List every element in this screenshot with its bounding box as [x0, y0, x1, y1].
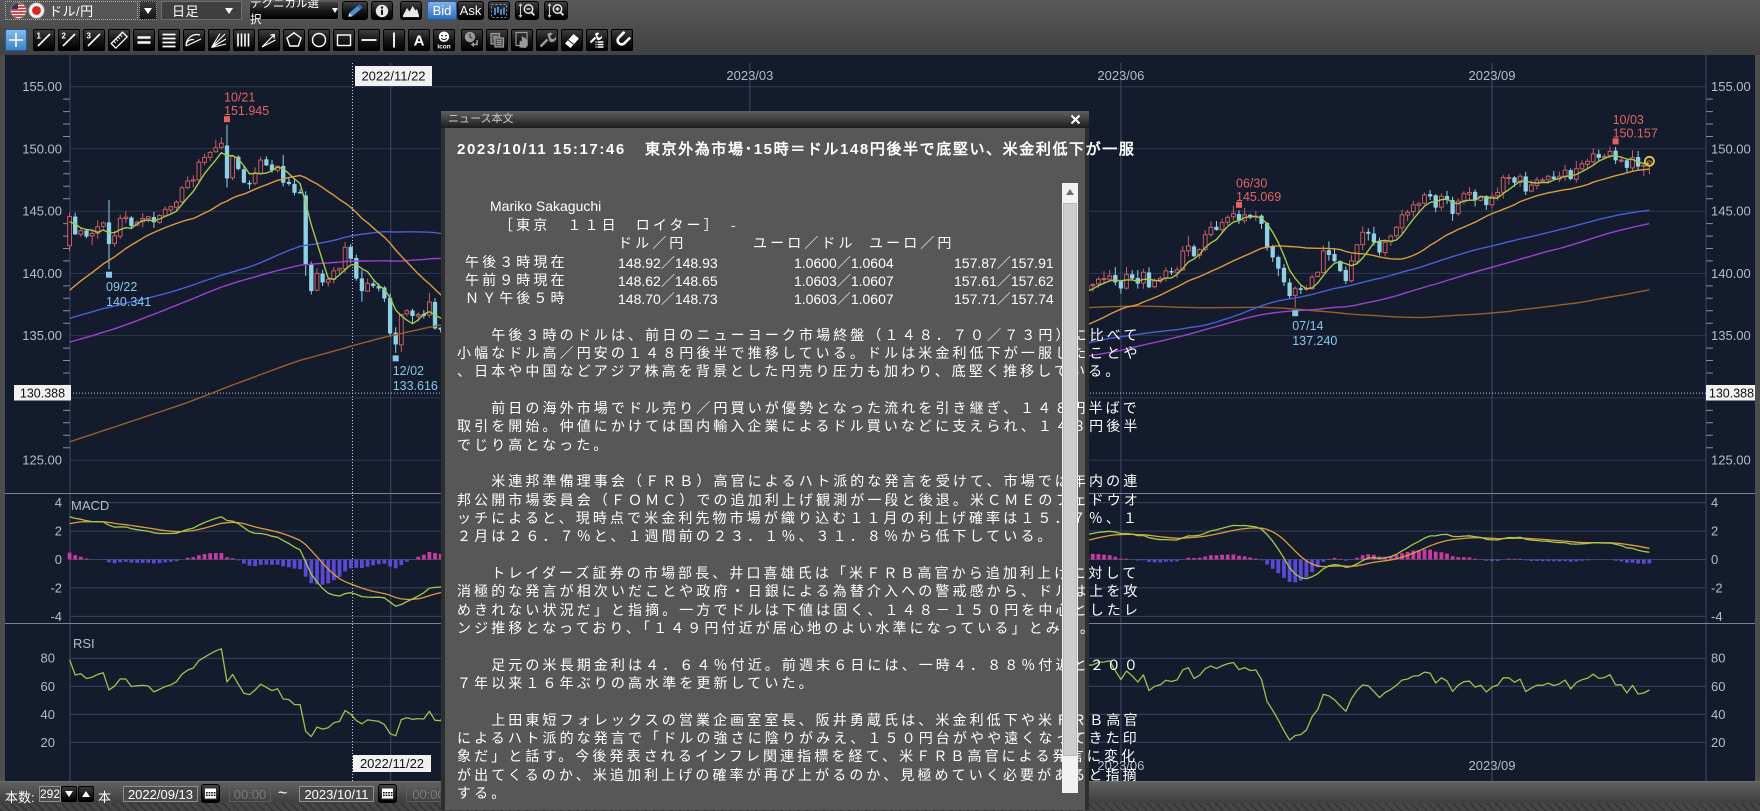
svg-text:40: 40 [41, 707, 55, 722]
svg-text:140.00: 140.00 [1711, 266, 1751, 281]
svg-text:-2: -2 [1711, 580, 1723, 595]
svg-text:60: 60 [1711, 679, 1725, 694]
svg-text:125.00: 125.00 [22, 453, 62, 468]
svg-text:RSI: RSI [73, 636, 95, 651]
svg-text:155.00: 155.00 [22, 79, 62, 94]
svg-text:2: 2 [62, 32, 67, 41]
svg-text:icon: icon [437, 44, 450, 51]
svg-text:2022/11/22: 2022/11/22 [360, 756, 424, 771]
svg-text:-4: -4 [50, 609, 62, 624]
svg-text:80: 80 [41, 651, 55, 666]
svg-text:0: 0 [55, 552, 62, 567]
svg-text:0: 0 [1711, 552, 1718, 567]
svg-text:150.00: 150.00 [1711, 141, 1751, 156]
svg-text:MACD: MACD [71, 498, 109, 513]
svg-text:-2: -2 [50, 580, 62, 595]
svg-text:2: 2 [1711, 524, 1718, 539]
svg-text:10/03: 10/03 [1613, 113, 1644, 127]
svg-text:145.069: 145.069 [1236, 190, 1281, 204]
svg-text:135.00: 135.00 [22, 328, 62, 343]
svg-text:155.00: 155.00 [1711, 79, 1751, 94]
svg-text:2023/09: 2023/09 [1469, 758, 1516, 773]
svg-text:145.00: 145.00 [22, 204, 62, 219]
svg-text:145.00: 145.00 [1711, 204, 1751, 219]
svg-text:60: 60 [41, 679, 55, 694]
svg-text:2023/03: 2023/03 [726, 68, 773, 83]
svg-text:-4: -4 [1711, 609, 1723, 624]
svg-text:09/22: 09/22 [106, 280, 137, 294]
svg-text:40: 40 [1711, 707, 1725, 722]
svg-text:07/14: 07/14 [1292, 319, 1323, 333]
svg-text:130.388: 130.388 [20, 386, 65, 400]
svg-text:151.945: 151.945 [224, 104, 269, 118]
svg-text:2023/09: 2023/09 [1469, 68, 1516, 83]
svg-text:4: 4 [1711, 495, 1718, 510]
svg-text:20: 20 [41, 735, 55, 750]
svg-text:150.157: 150.157 [1613, 126, 1658, 140]
svg-text:20: 20 [1711, 735, 1725, 750]
svg-text:2023/06: 2023/06 [1097, 68, 1144, 83]
svg-text:06/30: 06/30 [1236, 176, 1267, 190]
svg-text:A: A [414, 33, 425, 50]
svg-text:12/02: 12/02 [393, 364, 424, 378]
svg-text:140.00: 140.00 [22, 266, 62, 281]
svg-text:133.616: 133.616 [393, 379, 438, 393]
svg-text:4: 4 [55, 495, 62, 510]
svg-text:135.00: 135.00 [1711, 328, 1751, 343]
svg-text:130.388: 130.388 [1709, 386, 1754, 400]
svg-text:1: 1 [37, 32, 42, 41]
svg-text:150.00: 150.00 [22, 141, 62, 156]
svg-text:80: 80 [1711, 651, 1725, 666]
svg-text:137.240: 137.240 [1292, 334, 1337, 348]
svg-text:10/21: 10/21 [224, 91, 255, 105]
svg-text:3: 3 [87, 32, 92, 41]
svg-text:2: 2 [55, 524, 62, 539]
svg-text:140.341: 140.341 [106, 295, 151, 309]
svg-text:125.00: 125.00 [1711, 453, 1751, 468]
svg-text:2022/11/22: 2022/11/22 [361, 69, 425, 84]
